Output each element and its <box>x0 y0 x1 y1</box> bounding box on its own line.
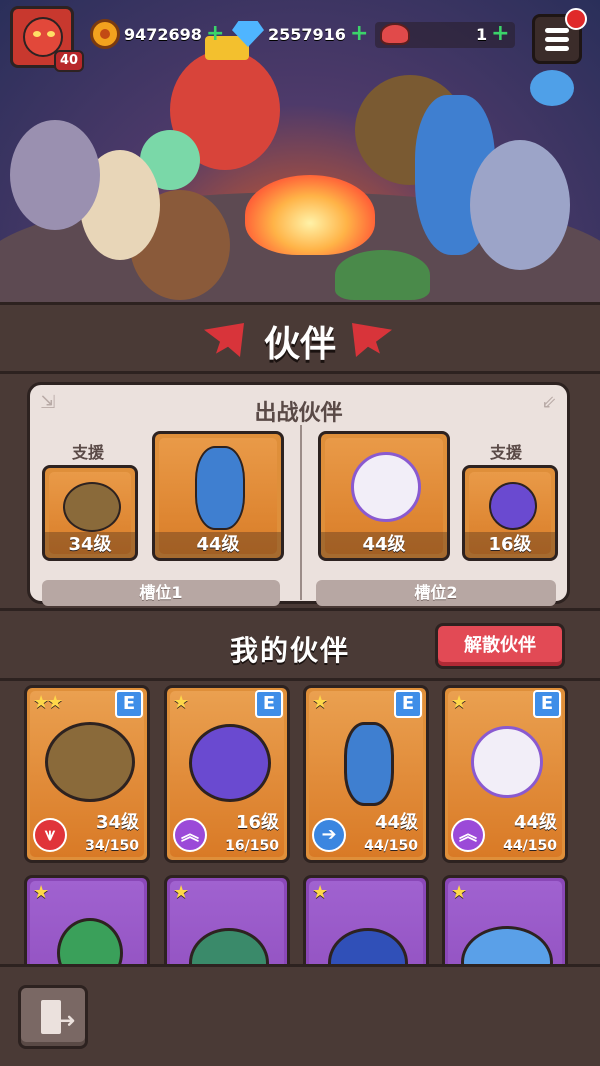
add-tokens-button[interactable]: + <box>491 23 509 45</box>
gem-icon <box>232 21 264 47</box>
partner-card[interactable]: ★ E ︽ 16级 16/150 <box>164 685 290 863</box>
resource-bar: 40 9472698 + 2557916 + 1 + <box>0 0 600 72</box>
gem-amount: 2557916 <box>268 24 346 44</box>
battle-panel-title: 出战伙伴 <box>254 401 343 426</box>
battle-partners-panel: ⇲ ⇙ 出战伙伴 支援 34级 44级 槽位1 44级 支援 16级 槽位2 <box>27 382 570 606</box>
gem-resource: 2557916 + <box>232 20 368 48</box>
slot2-label[interactable]: 槽位2 <box>316 580 556 606</box>
blue-dragon-partner-icon <box>344 722 394 806</box>
partner-card[interactable]: ★ <box>164 875 290 964</box>
partner-level: 16级 <box>235 812 279 833</box>
page-title-band: 伙伴 <box>0 302 600 374</box>
yak-partner-icon <box>63 482 121 532</box>
menu-icon-bar <box>545 46 569 51</box>
exit-arrow-icon: ➜ <box>59 1008 76 1032</box>
partner-card[interactable]: ★ <box>303 875 429 964</box>
yak-partner-icon <box>45 722 135 802</box>
star-rating: ★ <box>173 692 189 713</box>
speed-type-icon: ➔ <box>312 818 346 852</box>
page-title: 伙伴 <box>263 324 336 365</box>
moth-partner-icon <box>489 482 537 530</box>
support-label: 支援 <box>72 443 105 462</box>
star-rating: ★★ <box>33 692 63 713</box>
menu-icon-bar <box>545 37 569 42</box>
upgrade-type-icon: ︽ <box>451 818 485 852</box>
player-level-badge: 40 <box>54 50 84 72</box>
my-partners-title: 我的伙伴 <box>230 634 351 667</box>
campfire <box>245 175 375 255</box>
star-rating: ★ <box>451 882 467 903</box>
rank-badge: E <box>533 690 561 718</box>
slot1-support-level: 34级 <box>45 532 135 558</box>
slot2-main-card[interactable]: 44级 <box>318 431 450 561</box>
coin-amount: 9472698 <box>124 24 202 44</box>
add-gems-button[interactable]: + <box>350 23 368 45</box>
token-resource: 1 + <box>380 20 510 48</box>
add-coins-button[interactable]: + <box>206 23 224 45</box>
partner-card[interactable]: ★ <box>442 875 568 964</box>
coin-resource: 9472698 + <box>90 19 224 49</box>
turtle-character <box>335 250 430 300</box>
exit-button[interactable]: ➜ <box>18 985 88 1049</box>
rank-badge: E <box>394 690 422 718</box>
slot2-support-card[interactable]: 16级 <box>462 465 558 561</box>
slot1-support-card[interactable]: 34级 <box>42 465 138 561</box>
partner-grid: ★★ E ⩛ 34级 34/150 ★ E ︽ 16级 16/150 ★ E ➔… <box>0 678 600 964</box>
slot2-support-level: 16级 <box>465 532 555 558</box>
partner-card[interactable]: ★ <box>24 875 150 964</box>
support-label: 支援 <box>490 443 523 462</box>
star-rating: ★ <box>33 882 49 903</box>
star-rating: ★ <box>312 882 328 903</box>
slot1-main-card[interactable]: 44级 <box>152 431 284 561</box>
skull-bunny-character <box>470 140 570 270</box>
purple-fox-character <box>10 120 100 230</box>
bottom-bar: ➜ <box>0 964 600 1066</box>
star-rating: ★ <box>173 882 189 903</box>
moth-partner-icon <box>189 724 271 802</box>
slot1-main-level: 44级 <box>155 532 281 558</box>
blue-dragon-partner-icon <box>195 446 245 530</box>
partner-card[interactable]: ★★ E ⩛ 34级 34/150 <box>24 685 150 863</box>
partner-level: 44级 <box>513 812 557 833</box>
rank-badge: E <box>255 690 283 718</box>
notification-dot <box>565 8 587 30</box>
exit-door-icon <box>41 1000 61 1034</box>
menu-icon <box>545 28 569 33</box>
partner-level: 34级 <box>95 812 139 833</box>
partner-card[interactable]: ★ E ➔ 44级 44/150 <box>303 685 429 863</box>
partner-exp: 44/150 <box>364 838 418 854</box>
my-partners-header: 我的伙伴 解散伙伴 <box>0 608 600 678</box>
coin-icon <box>90 19 120 49</box>
axolotl-partner-icon <box>471 726 543 798</box>
slot1-label[interactable]: 槽位1 <box>42 580 280 606</box>
star-rating: ★ <box>451 692 467 713</box>
slot2-main-level: 44级 <box>321 532 447 558</box>
eye-icon <box>47 31 55 37</box>
crab-icon <box>380 23 410 45</box>
partner-level: 44级 <box>374 812 418 833</box>
dismiss-partner-button[interactable]: 解散伙伴 <box>435 623 565 669</box>
partner-exp: 16/150 <box>225 838 279 854</box>
star-rating: ★ <box>312 692 328 713</box>
slot-divider <box>300 425 302 600</box>
upgrade-type-icon: ︽ <box>173 818 207 852</box>
small-bird-character <box>530 70 574 106</box>
eye-icon <box>33 31 41 37</box>
partner-exp: 44/150 <box>503 838 557 854</box>
partner-exp: 34/150 <box>85 838 139 854</box>
token-amount: 1 <box>476 24 488 44</box>
rank-badge: E <box>115 690 143 718</box>
partner-card[interactable]: ★ E ︽ 44级 44/150 <box>442 685 568 863</box>
battle-partners-area: ⇲ ⇙ 出战伙伴 支援 34级 44级 槽位1 44级 支援 16级 槽位2 <box>0 374 600 608</box>
attack-type-icon: ⩛ <box>33 818 67 852</box>
axolotl-partner-icon <box>351 452 421 522</box>
